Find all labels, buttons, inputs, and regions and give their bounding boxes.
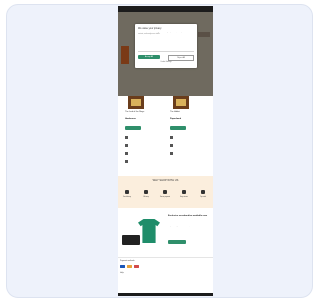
gift-icon xyxy=(144,190,148,194)
benefit-item: Top rated xyxy=(196,190,210,199)
product-name: The Lord of the Rings xyxy=(125,111,145,113)
shield-icon xyxy=(163,190,167,194)
payment-heading: Payment methods xyxy=(120,260,135,262)
product-grid: The Lord of the Rings Hardcover The Hobb… xyxy=(118,96,213,176)
star-icon xyxy=(201,190,205,194)
cookie-dialog-title: We value your privacy xyxy=(138,27,162,30)
product-image[interactable] xyxy=(173,96,189,109)
benefits-section: WHY SHOP WITH US Free delivery Gift wrap… xyxy=(118,176,213,208)
accept-cookies-button[interactable]: Accept All xyxy=(138,55,160,59)
cookie-consent-dialog: We value your privacy We use cookies to … xyxy=(135,24,197,68)
hero-badge xyxy=(198,32,210,37)
feature-item xyxy=(125,152,130,155)
paypal-icon xyxy=(134,265,139,268)
benefit-item: Secure payment xyxy=(158,190,172,199)
promo-text: Shop our range of official t-shirts, wal… xyxy=(168,226,207,227)
tshirt-image xyxy=(138,219,160,243)
feature-item xyxy=(125,144,130,147)
product-format: Paperback xyxy=(170,118,182,120)
product-format: Hardcover xyxy=(125,118,136,120)
product-name: The Hobbit xyxy=(170,111,180,113)
truck-icon xyxy=(125,190,129,194)
return-icon xyxy=(182,190,186,194)
add-to-basket-button[interactable] xyxy=(170,126,186,130)
reject-cookies-button[interactable]: Reject All xyxy=(168,55,194,61)
add-to-basket-button[interactable] xyxy=(125,126,141,130)
benefits-title: WHY SHOP WITH US xyxy=(152,179,179,182)
benefit-item: Free delivery xyxy=(120,190,134,199)
feature-item xyxy=(125,136,130,139)
mastercard-icon xyxy=(127,265,132,268)
cookie-settings-link[interactable]: Cookie Settings xyxy=(159,62,173,64)
shop-now-button[interactable] xyxy=(168,240,186,244)
promo-title: Exclusive merchandise available now xyxy=(168,215,208,217)
feature-item xyxy=(170,136,175,139)
product-image[interactable] xyxy=(128,96,144,109)
benefit-item: Gift wrap xyxy=(139,190,153,199)
bottom-bar xyxy=(118,293,213,296)
help-heading: Help xyxy=(120,272,124,274)
footer: Payment methods Help xyxy=(118,257,213,294)
merchandise-promo: Exclusive merchandise available now Shop… xyxy=(118,209,213,257)
feature-item xyxy=(125,160,130,163)
visa-icon xyxy=(120,265,125,268)
feature-item xyxy=(170,152,175,155)
benefit-item: Easy returns xyxy=(177,190,191,199)
cookie-dialog-text: We use cookies to enhance your browsing … xyxy=(138,32,191,36)
wallet-image xyxy=(122,235,140,245)
feature-item xyxy=(170,144,175,147)
book-image xyxy=(121,46,129,64)
